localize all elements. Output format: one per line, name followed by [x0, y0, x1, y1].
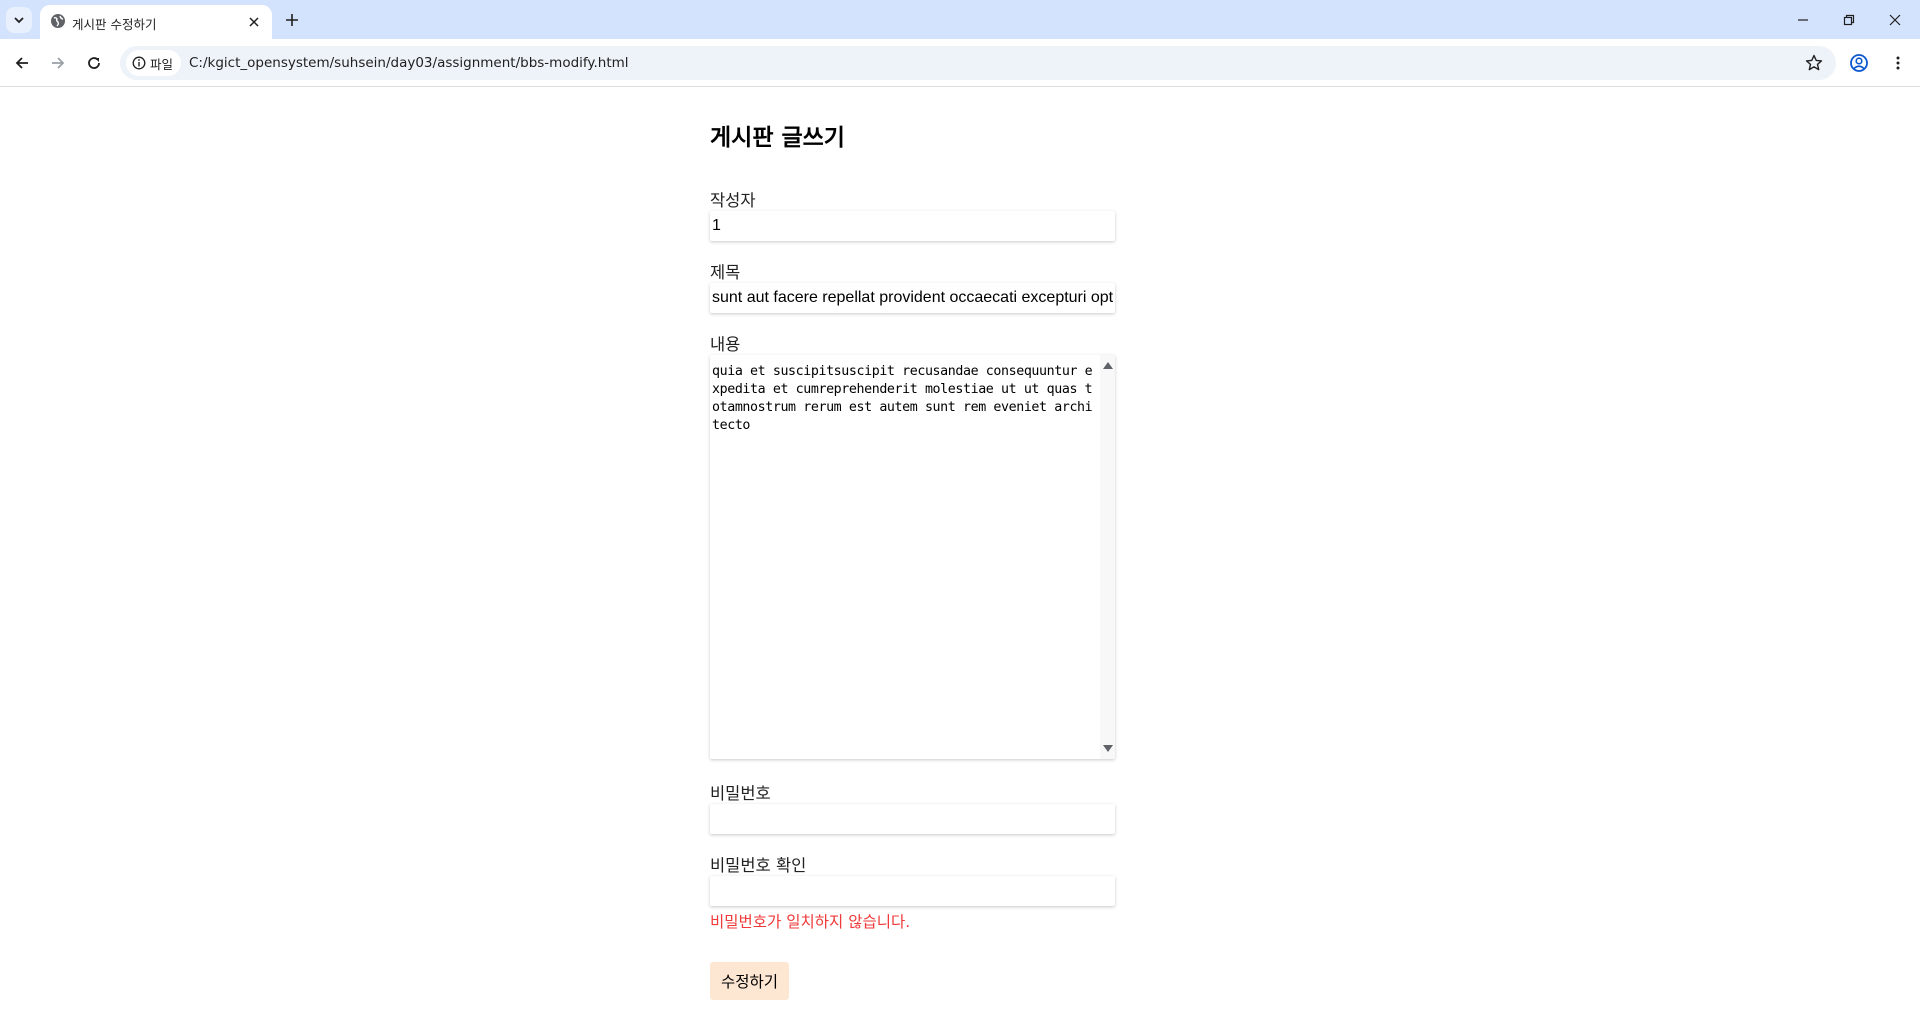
password-input[interactable] — [710, 804, 1115, 834]
author-label: 작성자 — [710, 191, 756, 210]
restore-button[interactable] — [1826, 0, 1872, 39]
site-info-chip[interactable]: 파일 — [126, 50, 182, 76]
plus-icon — [286, 14, 298, 26]
password-confirm-input[interactable] — [710, 876, 1115, 906]
title-label: 제목 — [710, 263, 741, 282]
url-text[interactable]: C:/kgict_opensystem/suhsein/day03/assign… — [189, 55, 629, 71]
window-close-button[interactable] — [1872, 0, 1918, 39]
site-info-label: 파일 — [150, 56, 174, 72]
star-icon[interactable] — [1804, 53, 1824, 73]
close-icon — [1889, 14, 1901, 25]
textarea-scrollbar[interactable] — [1100, 355, 1115, 759]
password-label: 비밀번호 — [710, 784, 771, 803]
more-vert-icon — [1896, 56, 1900, 70]
tab-title: 게시판 수정하기 — [72, 17, 157, 32]
reload-icon — [88, 57, 100, 69]
author-input[interactable] — [710, 211, 1115, 241]
content-textarea[interactable]: quia et suscipitsuscipit recusandae cons… — [710, 355, 1115, 759]
title-input[interactable] — [710, 283, 1115, 313]
password-confirm-label: 비밀번호 확인 — [710, 856, 807, 875]
browser-tab[interactable]: 게시판 수정하기 — [40, 5, 272, 39]
arrow-right-icon — [52, 57, 65, 69]
tab-search-button[interactable] — [6, 7, 32, 33]
chevron-down-icon — [14, 17, 24, 24]
reload-button[interactable] — [78, 47, 110, 79]
scroll-up-arrow-icon[interactable] — [1103, 362, 1113, 369]
forward-button[interactable] — [42, 47, 74, 79]
info-icon — [132, 56, 146, 70]
restore-icon — [1843, 14, 1855, 25]
minimize-icon — [1798, 18, 1808, 21]
menu-button[interactable] — [1882, 47, 1914, 79]
new-tab-button[interactable] — [280, 8, 304, 32]
profile-button[interactable] — [1843, 47, 1875, 79]
close-icon — [249, 17, 259, 27]
address-bar[interactable]: 파일 C:/kgict_opensystem/suhsein/day03/ass… — [120, 46, 1836, 80]
password-mismatch-error: 비밀번호가 일치하지 않습니다. — [710, 913, 911, 931]
browser-toolbar: 파일 C:/kgict_opensystem/suhsein/day03/ass… — [0, 39, 1920, 87]
globe-icon — [51, 14, 65, 28]
submit-button[interactable]: 수정하기 — [710, 962, 789, 1000]
content-label: 내용 — [710, 335, 741, 354]
arrow-left-icon — [15, 57, 28, 69]
scroll-down-arrow-icon[interactable] — [1103, 745, 1113, 752]
page-title: 게시판 글쓰기 — [710, 125, 845, 151]
content-text: quia et suscipitsuscipit recusandae cons… — [712, 364, 1093, 433]
tab-strip: 게시판 수정하기 — [0, 0, 1920, 39]
minimize-button[interactable] — [1780, 0, 1826, 39]
account-icon — [1850, 54, 1868, 72]
back-button[interactable] — [6, 47, 38, 79]
page-content: 게시판 글쓰기 작성자 제목 내용 quia et suscipitsuscip… — [0, 88, 1920, 1032]
tab-close-button[interactable] — [244, 12, 264, 32]
